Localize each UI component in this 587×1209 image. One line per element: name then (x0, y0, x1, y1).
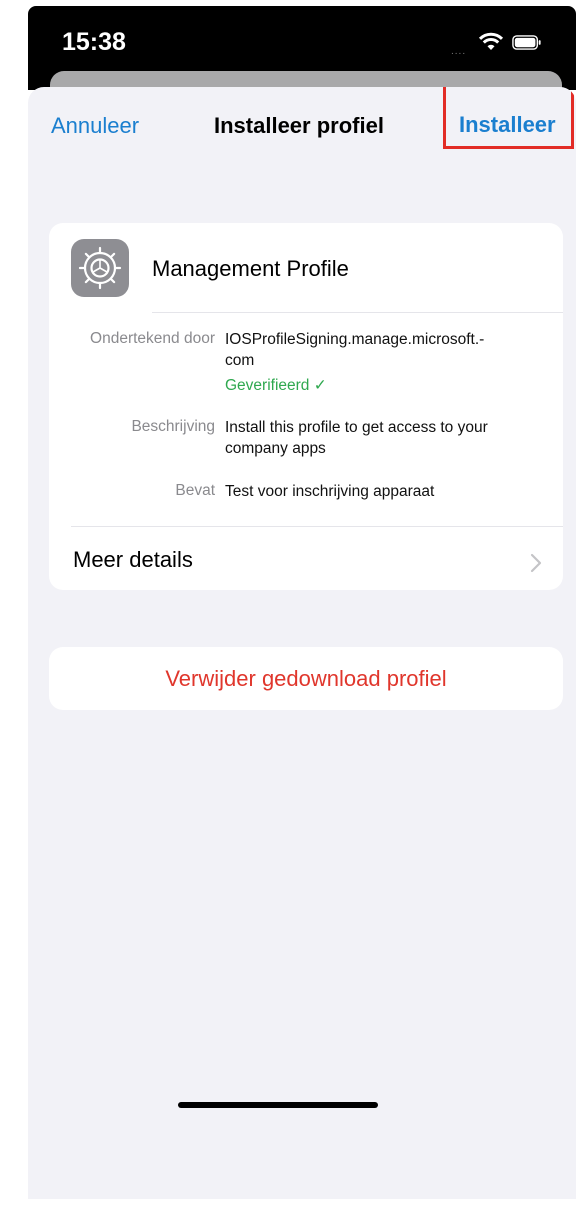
clock: 15:38 (62, 28, 126, 56)
description-label: Beschrijving (131, 418, 215, 435)
divider (71, 526, 563, 527)
description-line1: Install this profile to get access to yo… (225, 419, 488, 436)
signed-by-label: Ondertekend door (90, 330, 215, 347)
description-line2: company apps (225, 440, 326, 457)
phone-screen: 15:38 .... Annuleer Installeer profiel I… (0, 0, 587, 1209)
battery-icon (512, 35, 541, 50)
contains-value: Test voor inschrijving apparaat (225, 483, 435, 500)
description-value: Install this profile to get access to yo… (225, 417, 555, 459)
profile-name: Management Profile (152, 256, 349, 281)
install-button-highlight[interactable]: Installeer (443, 87, 574, 149)
more-details-row[interactable]: Meer details (73, 547, 193, 573)
settings-gear-icon (71, 239, 129, 297)
cancel-button[interactable]: Annuleer (51, 113, 139, 139)
delete-downloaded-profile-button[interactable]: Verwijder gedownload profiel (49, 647, 563, 710)
install-button[interactable]: Installeer (459, 112, 556, 138)
install-profile-sheet: Annuleer Installeer profiel Installeer M… (28, 87, 576, 1199)
divider (152, 312, 563, 313)
verified-status: Geverifieerd ✓ (225, 377, 327, 394)
contains-label: Bevat (175, 482, 215, 499)
profile-card: Management Profile Ondertekend door IOSP… (49, 223, 563, 590)
chevron-right-icon[interactable] (530, 553, 542, 573)
cellular-signal-icon: .... (451, 46, 467, 57)
home-indicator (178, 1102, 378, 1108)
delete-downloaded-profile-label[interactable]: Verwijder gedownload profiel (49, 666, 563, 692)
signed-by-value: IOSProfileSigning.manage.microsoft.- com… (225, 329, 555, 396)
signed-by-line2: com (225, 352, 255, 369)
signed-by-line1: IOSProfileSigning.manage.microsoft.- (225, 331, 485, 348)
page-title: Installeer profiel (214, 113, 384, 138)
wifi-icon (478, 32, 504, 50)
